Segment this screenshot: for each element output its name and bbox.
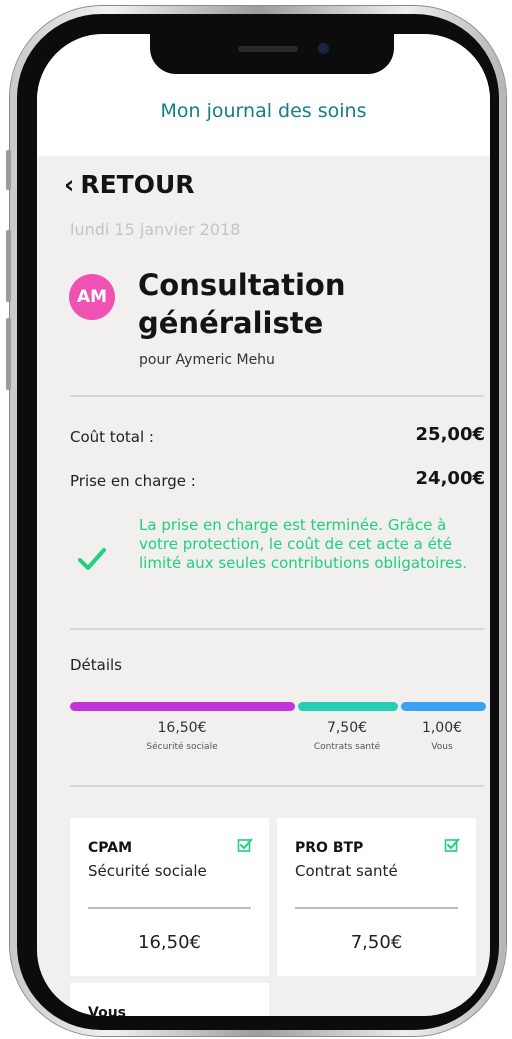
phone-volume-down-button [6,318,11,390]
bar-segment-securite-sociale [70,702,295,711]
back-button[interactable]: ‹ RETOUR [64,170,195,199]
divider [70,628,484,630]
card-amount: 7,50€ [350,932,403,953]
patient-subtitle: pour Aymeric Mehu [139,352,275,368]
card-subtitle: Sécurité sociale [88,862,207,880]
segment-label-securite-sociale: Sécurité sociale [146,742,218,752]
page-title: Consultation généraliste [138,268,346,340]
total-cost-value: 25,00€ [415,424,485,445]
divider [70,395,484,397]
avatar: AM [69,274,115,320]
status-message: La prise en charge est terminée. Grâce à… [139,516,467,572]
card-subtitle: Contrat santé [295,862,398,880]
divider [70,785,484,787]
phone-side-button [6,150,11,190]
card-title: Vous [88,1005,126,1016]
card-divider [295,907,458,909]
back-button-label: RETOUR [80,170,195,199]
header-title: Mon journal des soins [160,100,367,122]
card-title: CPAM [88,840,133,856]
segment-amount-contrats-sante: 7,50€ [326,720,368,736]
coverage-card-pro-btp[interactable]: PRO BTP Contrat santé 7,50€ [277,818,476,976]
segment-amount-securite-sociale: 16,50€ [157,720,207,736]
phone-screen: Mon journal des soins ‹ RETOUR lundi 15 j… [37,34,490,1016]
checkmark-icon [78,548,106,570]
coverage-value: 24,00€ [415,468,485,489]
front-camera [318,43,329,54]
phone-volume-up-button [6,230,11,302]
segment-amount-vous: 1,00€ [421,720,463,736]
card-amount: 16,50€ [138,932,201,953]
coverage-card-cpam[interactable]: CPAM Sécurité sociale 16,50€ [70,818,269,976]
card-divider [88,907,251,909]
details-label: Détails [70,656,123,674]
card-title: PRO BTP [295,840,364,856]
consultation-date: lundi 15 janvier 2018 [70,220,241,239]
checkbox-checked-icon [444,838,460,852]
chevron-left-icon: ‹ [64,170,75,199]
segment-label-contrats-sante: Contrats santé [313,742,381,752]
bar-segment-contrats-sante [298,702,398,711]
page: Mon journal des soins ‹ RETOUR lundi 15 j… [0,0,512,1039]
checkbox-checked-icon [237,838,253,852]
segment-label-vous: Vous [431,742,453,752]
bar-segment-vous [401,702,486,711]
total-cost-label: Coût total : [70,428,154,446]
coverage-label: Prise en charge : [70,472,196,490]
speaker-grille [238,46,298,52]
coverage-card-vous[interactable]: Vous [70,983,269,1016]
phone-notch [150,34,394,74]
